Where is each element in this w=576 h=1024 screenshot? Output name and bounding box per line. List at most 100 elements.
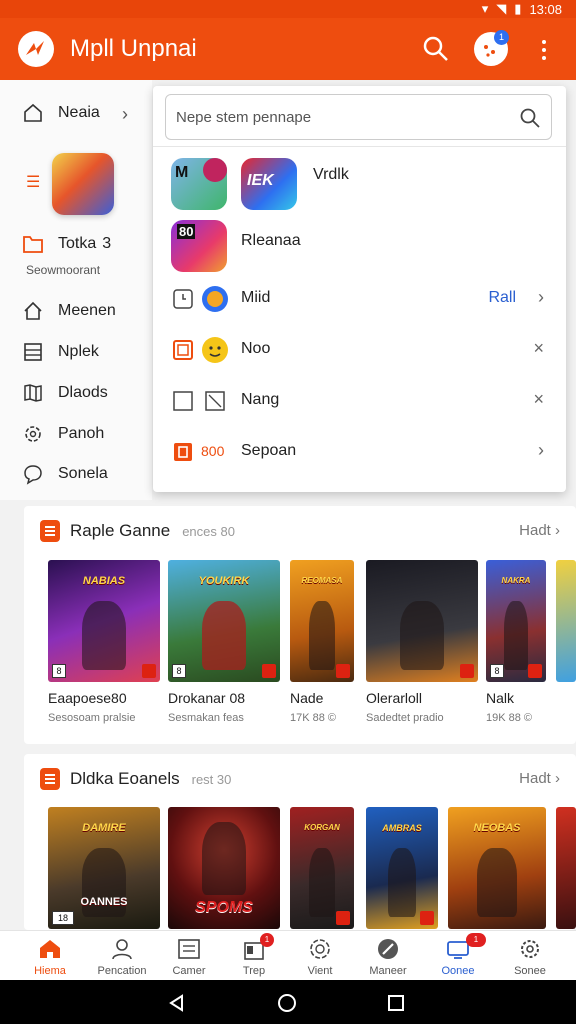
dropdown-row-label: Vrdlk <box>313 166 349 183</box>
cover-subtitle: OANNES <box>80 896 128 908</box>
cover-title: YOUKIRK <box>198 575 250 588</box>
chevron-right-icon[interactable]: › <box>122 104 128 125</box>
wifi-icon: ◥ <box>496 1 507 16</box>
search-input[interactable] <box>176 107 506 127</box>
card-subtitle: Sesosoam pralsie <box>48 712 136 724</box>
list-icon <box>24 343 42 361</box>
nav-item-maneer[interactable]: Maneer <box>352 937 424 977</box>
game-card[interactable]: KORGAN <box>290 807 354 929</box>
card-title: Drokanar 08 <box>168 690 246 706</box>
profile-avatar[interactable]: 1 <box>474 30 509 66</box>
nav-label: Maneer <box>369 965 407 977</box>
nav-item-home[interactable]: Hiema <box>14 937 86 977</box>
game-card[interactable]: REOMASA Nade 17K 88 © <box>290 560 354 724</box>
dropdown-row-label: Nang <box>241 391 280 408</box>
dropdown-row-sepoan[interactable]: 800 Sepoan › <box>153 428 566 478</box>
sidebar-item-meenen[interactable]: Meenen <box>22 300 116 322</box>
section-header: Raple Ganne ences 80 <box>40 520 235 542</box>
app-logo-icon[interactable] <box>18 31 54 67</box>
character-figure <box>504 601 528 670</box>
dropdown-row-nang[interactable]: Nang × <box>153 377 566 427</box>
character-figure <box>399 601 445 670</box>
game-card[interactable]: NAKRA 8 Nalk 19K 88 © <box>486 560 546 724</box>
clock-icon <box>173 289 193 309</box>
search-icon[interactable] <box>519 107 541 129</box>
nav-item-vient[interactable]: Vient <box>284 937 356 977</box>
sidebar-item-totka[interactable]: Totka 3 <box>22 234 111 254</box>
nav-item-oonee[interactable]: 1 Oonee <box>422 933 494 977</box>
back-icon[interactable] <box>168 994 186 1012</box>
sidebar-item-label: Panoh <box>58 425 105 442</box>
game-card[interactable]: DAMIRE OANNES 18 <box>48 807 160 929</box>
sidebar-item-label: Nplek <box>58 343 99 360</box>
dropdown-row-vrdlk[interactable]: M IEK Vrdlk <box>153 156 566 210</box>
cover-title: SPOMS <box>195 899 253 916</box>
sidebar-item-sonela[interactable]: Sonela <box>22 463 108 485</box>
nav-item-camer[interactable]: Camer <box>153 937 225 977</box>
sidebar-item-dlaods[interactable]: Dlaods <box>22 382 108 404</box>
nav-item-pencation[interactable]: Pencation <box>86 937 158 977</box>
dropdown-row-rleanaa[interactable]: 80 Rleanaa <box>153 218 566 272</box>
section-more-link[interactable]: Hadt › <box>519 522 560 539</box>
nav-label: Trep <box>242 965 266 977</box>
close-icon[interactable]: × <box>533 389 544 410</box>
nav-item-trep[interactable]: 1 Trep <box>218 933 290 977</box>
battery-icon: ▮ <box>514 1 522 16</box>
chevron-right-icon: › <box>555 770 560 787</box>
card-title: Eaapoese80 <box>48 690 127 706</box>
chevron-right-icon[interactable]: › <box>538 440 544 461</box>
dropdown-row-noo[interactable]: Noo × <box>153 326 566 376</box>
dropdown-row-link[interactable]: Rall <box>488 289 516 307</box>
featured-game-icon[interactable] <box>52 153 114 215</box>
publisher-badge <box>460 664 474 678</box>
menu-icon[interactable]: ☰ <box>26 172 40 192</box>
checkbox-icon[interactable] <box>173 391 193 411</box>
publisher-badge <box>336 911 350 925</box>
sidebar-item-label: Sonela <box>58 465 108 482</box>
sidebar-item-neaia[interactable]: Neaia <box>22 102 100 124</box>
status-bar: ▾ ◥ ▮ 13:08 <box>0 0 576 18</box>
character-figure <box>81 601 127 670</box>
game-card-partial[interactable] <box>556 560 576 682</box>
app-title: Mpll Unpnai <box>70 35 197 62</box>
dropdown-row-label: Rleanaa <box>241 232 301 249</box>
dropdown-row-miid[interactable]: Miid Rall › <box>153 275 566 325</box>
game-card[interactable]: Olerarloll Sadedtet pradio <box>366 560 478 724</box>
sidebar-item-nplek[interactable]: Nplek <box>22 341 99 363</box>
game-card-partial[interactable] <box>556 807 576 929</box>
publisher-badge <box>142 664 156 678</box>
game-card[interactable]: NEOBAS <box>448 807 546 929</box>
section-subtitle: ences 80 <box>182 523 235 539</box>
list-icon <box>177 937 201 961</box>
more-label: Hadt <box>519 522 551 539</box>
icon-text: IEK <box>247 172 274 189</box>
cover-title: NEOBAS <box>473 822 521 835</box>
more-options-icon[interactable] <box>536 38 552 62</box>
section-more-link[interactable]: Hadt › <box>519 770 560 787</box>
globe-icon <box>308 937 332 961</box>
home-button-icon[interactable] <box>277 993 297 1013</box>
section-icon <box>40 768 60 790</box>
chevron-right-icon[interactable]: › <box>538 287 544 308</box>
nav-item-sonee[interactable]: Sonee <box>494 937 566 977</box>
game-card[interactable]: NABIAS 8 Eaapoese80 Sesosoam pralsie <box>48 560 160 724</box>
signal-icon: ▾ <box>481 1 489 16</box>
dropdown-row-label: Miid <box>241 289 271 306</box>
dropdown-row-label: Sepoan <box>241 442 297 459</box>
age-rating-badge: 8 <box>172 664 186 678</box>
pen-icon <box>376 937 400 961</box>
recents-icon[interactable] <box>387 994 405 1012</box>
search-icon[interactable] <box>422 35 450 63</box>
badge-icon <box>203 158 227 182</box>
section-icon <box>40 520 60 542</box>
gear-icon <box>25 426 41 442</box>
game-card[interactable]: SPOMS <box>168 807 280 929</box>
notification-badge: 1 <box>494 30 509 45</box>
sidebar-item-panoh[interactable]: Panoh <box>22 423 104 445</box>
game-card[interactable]: YOUKIRK 8 Drokanar 08 Sesmakan feas <box>168 560 280 724</box>
game-cover: SPOMS <box>168 807 280 929</box>
close-icon[interactable]: × <box>533 338 544 359</box>
game-icon: 80 <box>171 220 227 272</box>
game-card[interactable]: AMBRAS <box>366 807 438 929</box>
icon-text: 80 <box>177 224 196 239</box>
